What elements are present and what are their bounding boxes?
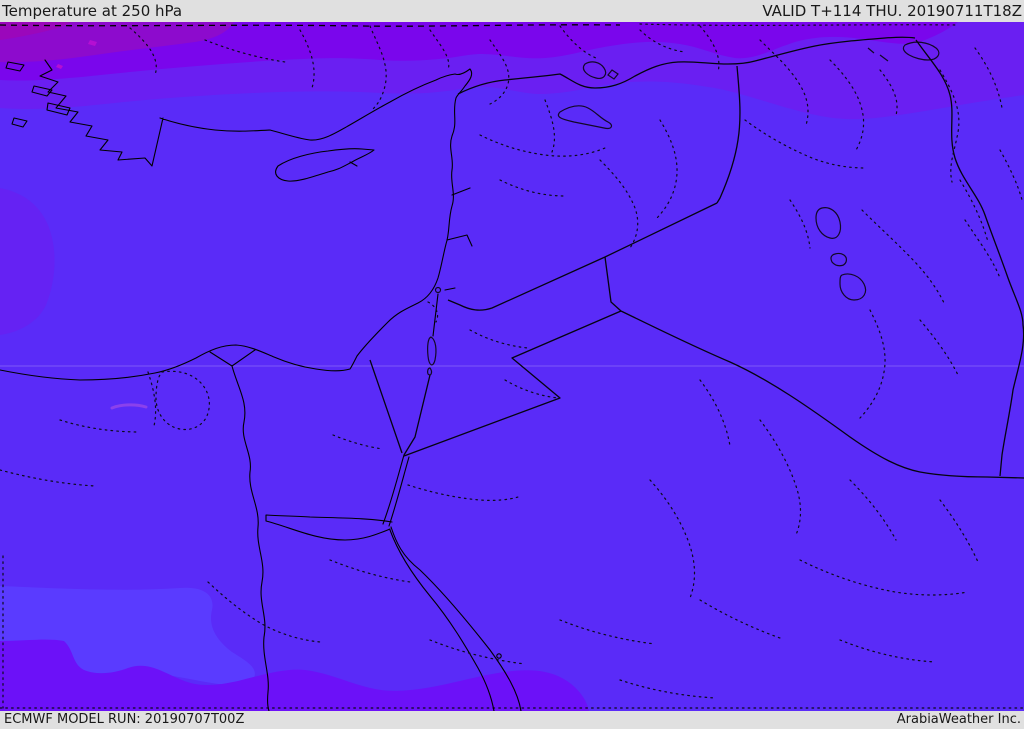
map-title: Temperature at 250 hPa [2, 2, 183, 20]
footer-bar: ECMWF MODEL RUN: 20190707T00Z ArabiaWeat… [0, 711, 1024, 729]
header-bar: Temperature at 250 hPa VALID T+114 THU. … [0, 0, 1024, 22]
map-canvas [0, 22, 1024, 711]
model-run-label: ECMWF MODEL RUN: 20190707T00Z [4, 712, 245, 727]
weather-map-product: Temperature at 250 hPa VALID T+114 THU. … [0, 0, 1024, 729]
brand-credit-label: ArabiaWeather Inc. [896, 712, 1021, 727]
validity-timestamp: VALID T+114 THU. 20190711T18Z [762, 2, 1022, 20]
temperature-map-svg [0, 22, 1024, 711]
